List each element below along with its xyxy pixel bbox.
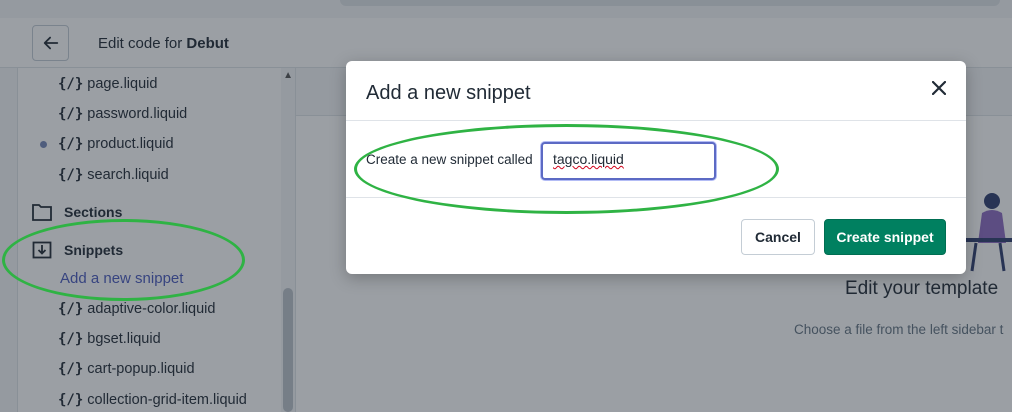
snippet-name-input[interactable] <box>541 142 716 180</box>
snippet-name-label: Create a new snippet called <box>366 152 533 167</box>
create-snippet-button[interactable]: Create snippet <box>824 219 946 255</box>
add-snippet-modal: Add a new snippet Create a new snippet c… <box>346 61 966 274</box>
close-icon <box>932 81 946 95</box>
modal-title: Add a new snippet <box>366 82 531 104</box>
modal-header: Add a new snippet <box>346 61 966 121</box>
modal-footer: Cancel Create snippet <box>346 199 966 274</box>
close-button[interactable] <box>928 77 950 99</box>
modal-body: Create a new snippet called tagco.liquid <box>346 122 966 198</box>
cancel-button[interactable]: Cancel <box>741 219 815 255</box>
